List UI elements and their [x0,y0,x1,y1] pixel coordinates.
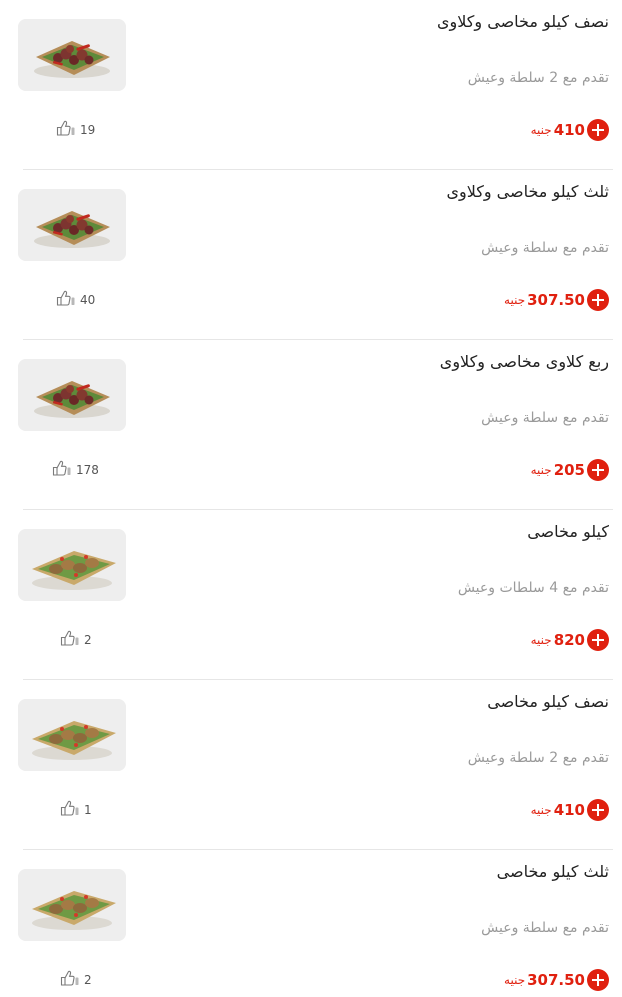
dish-price: 410 [553,121,585,139]
dish-photo[interactable] [18,869,126,941]
dish-price: 307.50 [527,971,585,989]
dish-title: ثلث كيلو مخاصى [496,862,609,881]
dish-title: كيلو مخاصى [527,522,609,541]
dish-photo[interactable] [18,19,126,91]
add-icon[interactable] [587,119,609,141]
add-icon[interactable] [587,459,609,481]
likes-count: 178 [76,463,99,477]
dish-photo[interactable] [18,189,126,261]
thumbs-up-icon [52,460,72,480]
dish-description: تقدم مع 2 سلطة وعيش [467,70,609,86]
thumbs-up-icon [56,120,76,140]
menu-item[interactable]: نصف كيلو مخاصى تقدم مع 2 سلطة وعيش 410 ج… [0,680,622,850]
like-button[interactable]: 178 [52,459,99,481]
currency-label: جنيه [504,973,526,987]
menu-item[interactable]: كيلو مخاصى تقدم مع 4 سلطات وعيش 820 جنيه… [0,510,622,680]
dish-price: 307.50 [527,291,585,309]
add-to-cart-button[interactable]: 410 جنيه [531,119,609,141]
likes-count: 19 [80,123,96,137]
likes-count: 2 [84,973,92,987]
dish-description: تقدم مع سلطة وعيش [481,920,609,936]
thumbs-up-icon [60,800,80,820]
like-button[interactable]: 1 [60,799,92,821]
add-icon[interactable] [587,289,609,311]
dish-title: ربع كلاوى مخاصى وكلاوى [439,352,609,371]
add-to-cart-button[interactable]: 205 جنيه [531,459,609,481]
currency-label: جنيه [504,293,526,307]
dish-price: 820 [553,631,585,649]
dish-price: 410 [553,801,585,819]
thumbs-up-icon [60,630,80,650]
menu-item[interactable]: نصف كيلو مخاصى وكلاوى تقدم مع 2 سلطة وعي… [0,0,622,170]
like-button[interactable]: 40 [56,289,95,311]
dish-title: نصف كيلو مخاصى وكلاوى [437,12,609,31]
add-to-cart-button[interactable]: 410 جنيه [531,799,609,821]
dish-description: تقدم مع سلطة وعيش [481,240,609,256]
likes-count: 1 [84,803,92,817]
like-button[interactable]: 19 [56,119,95,141]
dish-description: تقدم مع 4 سلطات وعيش [457,580,609,596]
thumbs-up-icon [60,970,80,990]
add-to-cart-button[interactable]: 307.50 جنيه [504,969,609,991]
add-icon[interactable] [587,629,609,651]
menu-item[interactable]: ثلث كيلو مخاصى وكلاوى تقدم مع سلطة وعيش … [0,170,622,340]
dish-photo[interactable] [18,529,126,601]
dish-description: تقدم مع 2 سلطة وعيش [467,750,609,766]
likes-count: 2 [84,633,92,647]
currency-label: جنيه [530,633,552,647]
currency-label: جنيه [530,803,552,817]
menu-item[interactable]: ثلث كيلو مخاصى تقدم مع سلطة وعيش 307.50 … [0,850,622,997]
currency-label: جنيه [530,123,552,137]
dish-photo[interactable] [18,359,126,431]
add-icon[interactable] [587,799,609,821]
dish-photo[interactable] [18,699,126,771]
dish-description: تقدم مع سلطة وعيش [481,410,609,426]
thumbs-up-icon [56,290,76,310]
add-to-cart-button[interactable]: 307.50 جنيه [504,289,609,311]
menu-page: نصف كيلو مخاصى وكلاوى تقدم مع 2 سلطة وعي… [0,0,622,997]
menu-item[interactable]: ربع كلاوى مخاصى وكلاوى تقدم مع سلطة وعيش… [0,340,622,510]
like-button[interactable]: 2 [60,629,92,651]
dish-title: ثلث كيلو مخاصى وكلاوى [446,182,609,201]
currency-label: جنيه [530,463,552,477]
dish-price: 205 [553,461,585,479]
like-button[interactable]: 2 [60,969,92,991]
likes-count: 40 [80,293,96,307]
add-to-cart-button[interactable]: 820 جنيه [531,629,609,651]
add-icon[interactable] [587,969,609,991]
dish-title: نصف كيلو مخاصى [487,692,609,711]
